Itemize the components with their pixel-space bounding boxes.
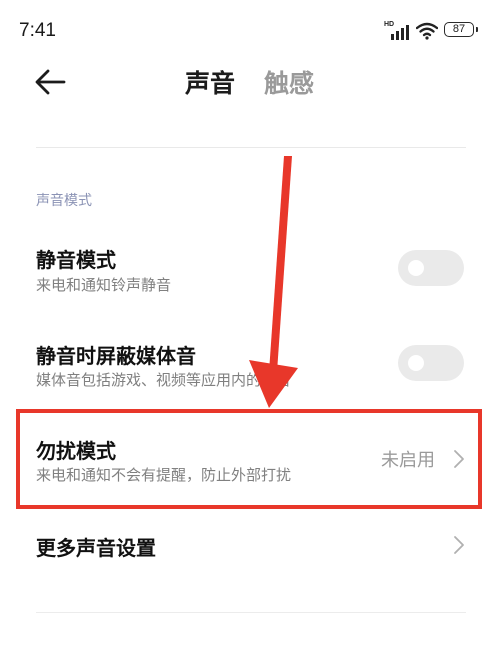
battery-icon: 87 (444, 22, 478, 37)
network-type-label: HD (384, 21, 395, 28)
header-divider (36, 147, 466, 148)
back-arrow-icon (35, 69, 66, 95)
toggle-knob (408, 260, 424, 276)
cellular-signal-icon: HD (384, 21, 414, 41)
back-button[interactable] (30, 66, 70, 98)
tab-sound[interactable]: 声音 (185, 64, 235, 100)
tab-haptics[interactable]: 触感 (264, 64, 314, 100)
row-title: 静音模式 (36, 248, 116, 272)
bottom-divider (36, 612, 466, 613)
chevron-right-icon (454, 536, 464, 554)
row-title: 静音时屏蔽媒体音 (36, 344, 196, 368)
toggle-knob (408, 355, 424, 371)
silent-mode-toggle[interactable] (398, 250, 464, 286)
annotation-highlight-box (16, 409, 482, 509)
section-label: 声音模式 (36, 193, 92, 209)
mute-media-toggle[interactable] (398, 345, 464, 381)
row-subtitle: 来电和通知铃声静音 (36, 276, 172, 294)
status-time: 7:41 (19, 20, 56, 41)
row-title: 更多声音设置 (36, 536, 156, 560)
row-subtitle: 媒体音包括游戏、视频等应用内的声音 (36, 371, 292, 389)
status-bar: 7:41 HD 87 (0, 0, 500, 62)
wifi-icon (415, 22, 439, 40)
